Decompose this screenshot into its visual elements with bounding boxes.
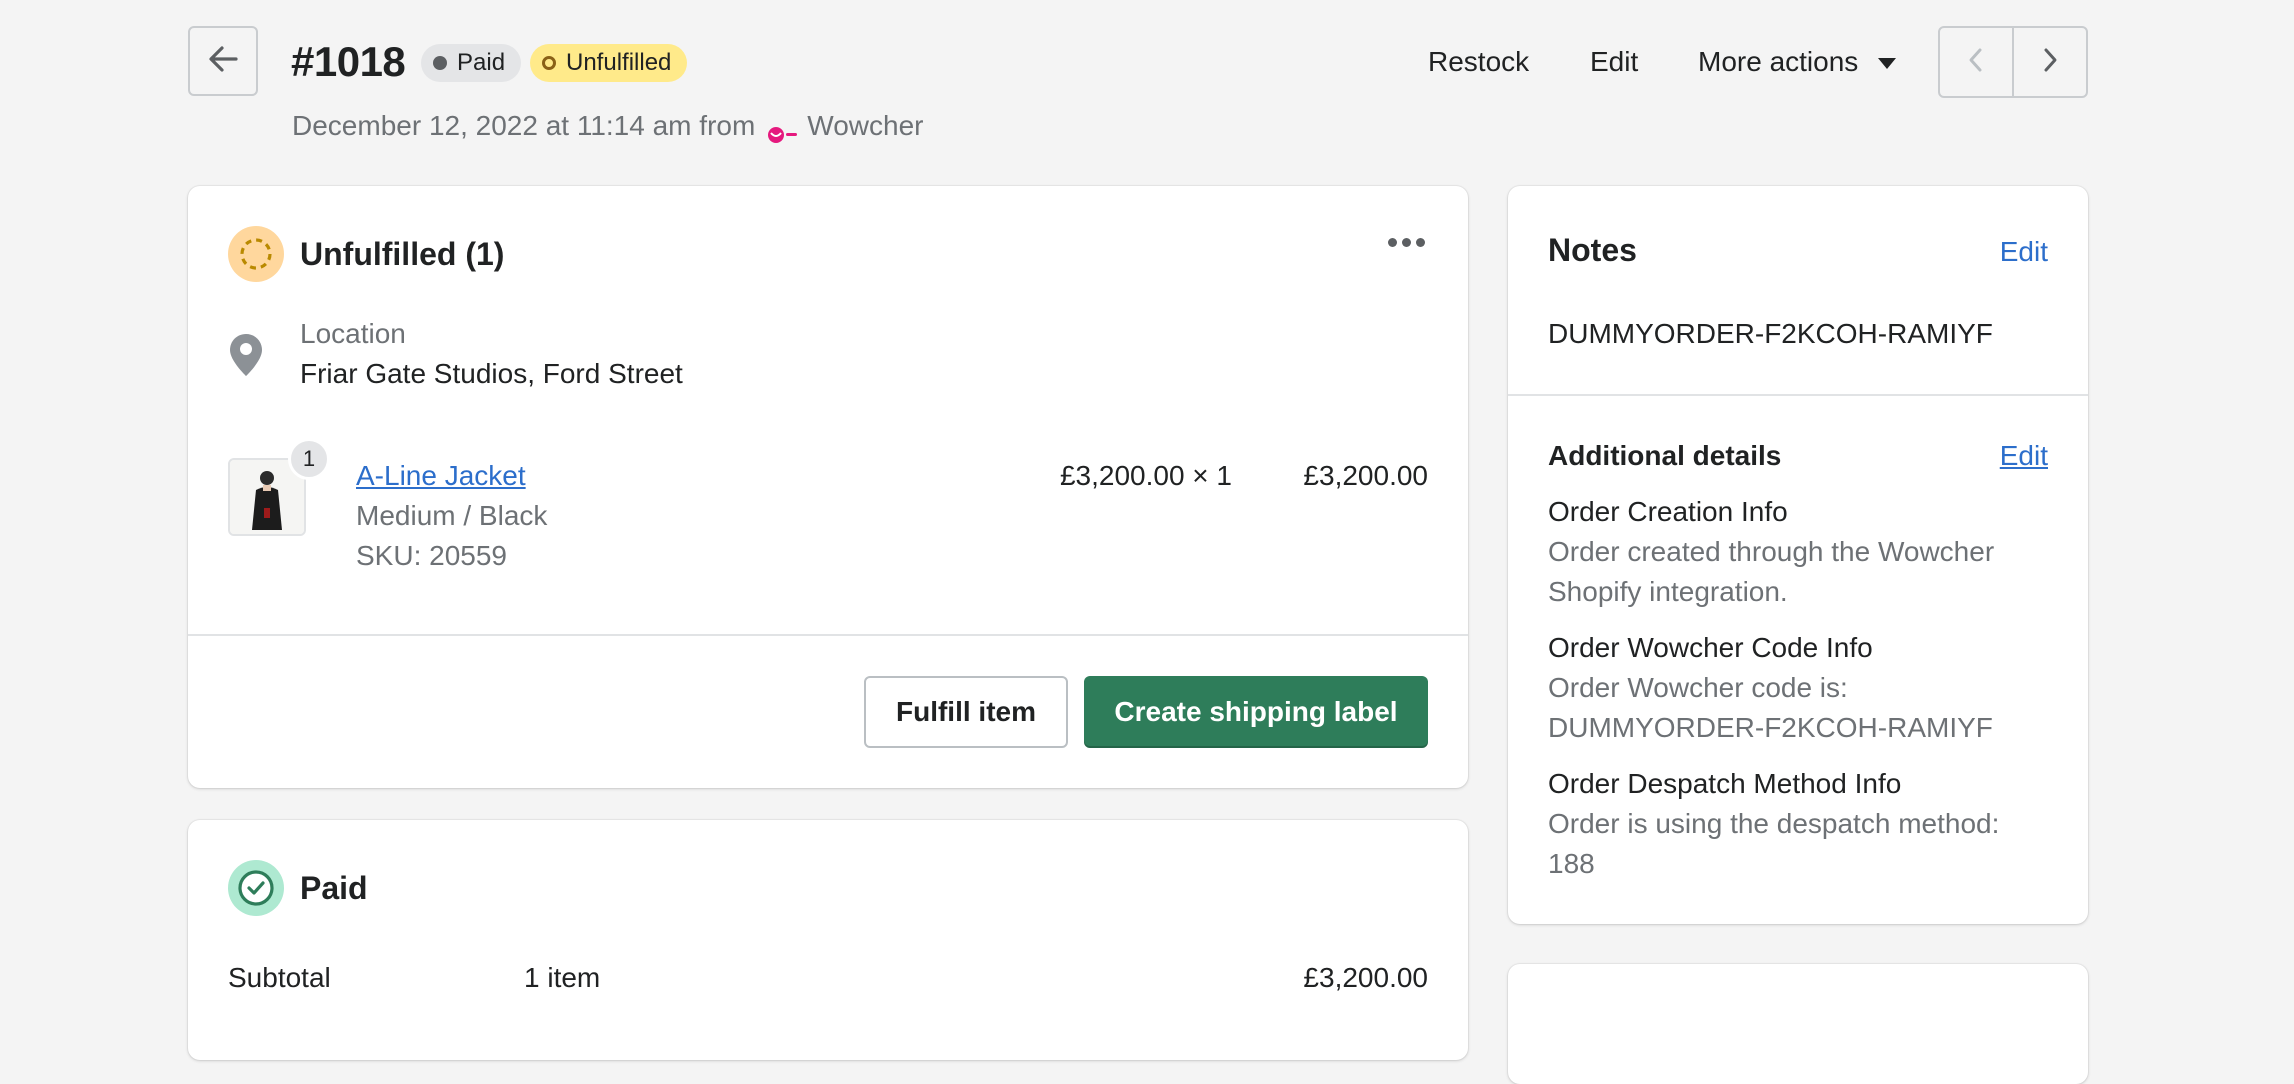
- product-sku: SKU: 20559: [356, 540, 507, 571]
- status-dot-icon: [433, 56, 447, 70]
- edit-notes-button[interactable]: Edit: [2000, 232, 2048, 272]
- detail-heading: Order Wowcher Code Info: [1548, 632, 1873, 663]
- unit-price: £3,200.00 × 1: [1059, 460, 1232, 491]
- more-actions-button[interactable]: More actions: [1698, 42, 1897, 82]
- wowcher-logo-icon: [767, 116, 799, 143]
- more-actions-label: More actions: [1698, 46, 1859, 77]
- back-button[interactable]: [188, 26, 258, 96]
- fulfillment-title: Unfulfilled (1): [300, 236, 505, 272]
- previous-order-button[interactable]: [1940, 28, 2012, 96]
- detail-heading: Order Despatch Method Info: [1548, 768, 1902, 799]
- fulfillment-status-badge: Unfulfilled: [530, 44, 688, 82]
- payment-card: Paid Subtotal 1 item £3,200.00: [188, 820, 1468, 1060]
- payment-title: Paid: [300, 870, 368, 906]
- notes-title: Notes: [1548, 232, 1637, 268]
- edit-order-button[interactable]: Edit: [1590, 42, 1638, 82]
- detail-text: Order is using the despatch method: 188: [1548, 808, 2000, 879]
- fulfill-item-button[interactable]: Fulfill item: [864, 676, 1068, 748]
- order-date-text: December 12, 2022 at 11:14 am from: [292, 110, 756, 141]
- unfulfilled-status-icon: [228, 226, 284, 282]
- additional-details-title: Additional details: [1548, 440, 1782, 471]
- payment-status-badge: Paid: [421, 44, 522, 82]
- next-order-button[interactable]: [2012, 28, 2086, 96]
- notes-text: DUMMYORDER-F2KCOH-RAMIYF: [1548, 318, 1993, 349]
- fulfillment-card: Unfulfilled (1) Location Friar Gate Stud…: [188, 186, 1468, 788]
- map-pin-icon: [228, 332, 264, 383]
- location-value: Friar Gate Studios, Ford Street: [300, 358, 683, 389]
- location-label: Location: [300, 318, 406, 349]
- page-title: #1018: [291, 38, 406, 85]
- sales-channel-name: Wowcher: [807, 110, 924, 141]
- product-name-link[interactable]: A-Line Jacket: [356, 456, 526, 496]
- subtotal-label: Subtotal: [228, 962, 331, 993]
- payment-status-label: Paid: [457, 49, 506, 76]
- fulfillment-status-label: Unfulfilled: [566, 49, 672, 76]
- horizontal-dots-icon[interactable]: [1388, 238, 1425, 247]
- detail-text: Order created through the Wowcher Shopif…: [1548, 536, 1995, 607]
- subtotal-item-count: 1 item: [524, 962, 601, 993]
- restock-button[interactable]: Restock: [1428, 42, 1529, 82]
- subtotal-amount: £3,200.00: [1303, 962, 1428, 993]
- status-ring-icon: [542, 56, 556, 70]
- check-circle-icon: [228, 860, 284, 916]
- chevron-left-icon: [1963, 45, 1989, 80]
- notes-card: Notes Edit DUMMYORDER-F2KCOH-RAMIYF Addi…: [1508, 186, 2088, 924]
- arrow-left-icon: [206, 42, 240, 81]
- edit-additional-details-button[interactable]: Edit: [2000, 436, 2048, 476]
- chevron-right-icon: [2037, 45, 2063, 80]
- caret-down-icon: [1878, 57, 1897, 69]
- order-subtitle: December 12, 2022 at 11:14 am from Wowch…: [292, 106, 923, 146]
- detail-text: Order Wowcher code is: DUMMYORDER-F2KCOH…: [1548, 672, 1993, 743]
- line-total: £3,200.00: [1303, 460, 1428, 491]
- divider: [1508, 394, 2088, 396]
- sidebar-card: [1508, 964, 2088, 1084]
- detail-heading: Order Creation Info: [1548, 496, 1788, 527]
- create-shipping-label-button[interactable]: Create shipping label: [1084, 676, 1428, 748]
- divider: [188, 634, 1468, 636]
- order-pagination: [1938, 26, 2088, 98]
- quantity-badge: 1: [288, 438, 330, 480]
- product-variant: Medium / Black: [356, 500, 548, 531]
